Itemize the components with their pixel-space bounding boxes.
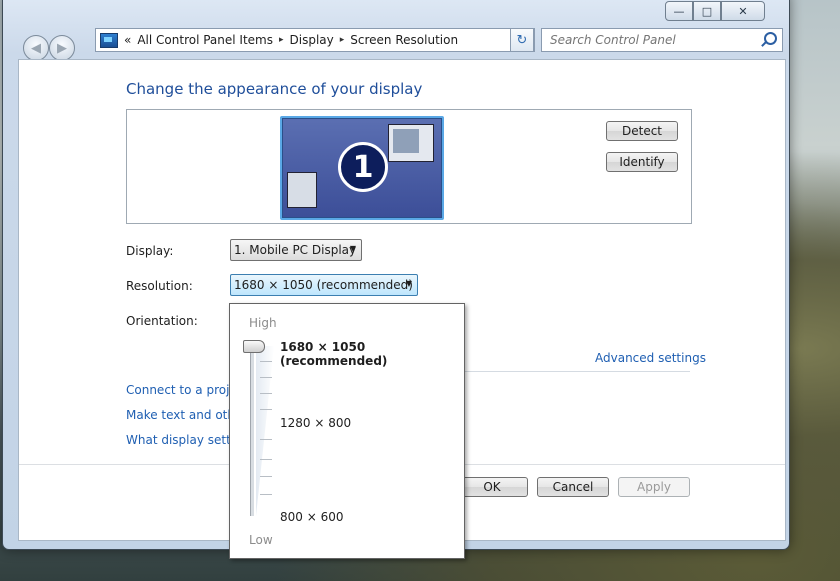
ok-button[interactable]: OK: [456, 477, 528, 497]
resolution-option-1680x1050[interactable]: 1680 × 1050 (recommended): [280, 340, 464, 368]
forward-arrow-icon: ▶: [57, 40, 67, 56]
chevron-down-icon: ▼: [405, 279, 412, 288]
monitor-1-preview[interactable]: 1: [280, 116, 444, 220]
maximize-button[interactable]: □: [693, 1, 721, 21]
resolution-label: Resolution:: [126, 279, 193, 293]
high-label: High: [249, 316, 277, 330]
cancel-button[interactable]: Cancel: [537, 477, 609, 497]
resolution-select[interactable]: 1680 × 1050 (recommended) ▼: [230, 274, 418, 296]
low-label: Low: [249, 533, 273, 547]
display-select[interactable]: 1. Mobile PC Display ▼: [230, 239, 362, 261]
back-arrow-icon: ◀: [31, 40, 41, 56]
display-select-value: 1. Mobile PC Display: [234, 243, 357, 257]
resolution-option-1280x800[interactable]: 1280 × 800: [280, 416, 351, 430]
detect-button[interactable]: Detect: [606, 121, 678, 141]
slider-tick: [260, 439, 272, 440]
search-input[interactable]: [548, 32, 752, 48]
page-title: Change the appearance of your display: [126, 80, 423, 98]
breadcrumb-screen-resolution[interactable]: Screen Resolution: [350, 33, 458, 47]
caption-buttons: — □ ✕: [665, 1, 765, 21]
slider-wedge: [256, 346, 274, 516]
slider-tick: [260, 476, 272, 477]
chevron-down-icon: ▼: [349, 244, 356, 253]
display-label: Display:: [126, 244, 174, 258]
breadcrumb-separator-icon[interactable]: ▸: [340, 35, 345, 45]
slider-tick: [260, 377, 272, 378]
window-thumbnail-icon: [287, 172, 317, 208]
slider-tick: [260, 494, 272, 495]
identify-button[interactable]: Identify: [606, 152, 678, 172]
window-thumbnail-icon: [388, 124, 434, 162]
breadcrumb-all-control-panel-items[interactable]: All Control Panel Items: [137, 33, 273, 47]
refresh-button[interactable]: ↻: [510, 28, 534, 52]
breadcrumb-display[interactable]: Display: [290, 33, 334, 47]
advanced-settings-link[interactable]: Advanced settings: [595, 351, 706, 365]
monitor-number-badge: 1: [338, 142, 388, 192]
display-preview-panel: 1 Detect Identify: [126, 109, 692, 224]
resolution-select-value: 1680 × 1050 (recommended): [234, 278, 413, 292]
resolution-option-800x600[interactable]: 800 × 600: [280, 510, 344, 524]
resolution-slider-dropdown[interactable]: High 1680 × 1050 (recommended) 1280 × 80…: [229, 303, 465, 559]
search-icon[interactable]: [764, 32, 777, 45]
search-box[interactable]: [541, 28, 783, 52]
control-panel-icon: [100, 32, 118, 48]
apply-button: Apply: [618, 477, 690, 497]
slider-track[interactable]: [250, 346, 254, 516]
connect-projector-link[interactable]: Connect to a projec: [126, 383, 243, 397]
slider-thumb[interactable]: [243, 340, 265, 353]
refresh-icon: ↻: [516, 32, 528, 48]
slider-tick: [260, 393, 272, 394]
close-button[interactable]: ✕: [721, 1, 765, 21]
slider-tick: [260, 361, 272, 362]
minimize-button[interactable]: —: [665, 1, 693, 21]
slider-tick: [260, 459, 272, 460]
orientation-label: Orientation:: [126, 314, 198, 328]
address-bar[interactable]: « All Control Panel Items ▸ Display ▸ Sc…: [95, 28, 535, 52]
divider: [439, 371, 690, 372]
forward-button[interactable]: ▶: [49, 35, 75, 61]
slider-tick: [260, 409, 272, 410]
breadcrumb-separator-icon[interactable]: ▸: [279, 35, 284, 45]
back-button[interactable]: ◀: [23, 35, 49, 61]
breadcrumb-overflow[interactable]: «: [124, 33, 131, 47]
